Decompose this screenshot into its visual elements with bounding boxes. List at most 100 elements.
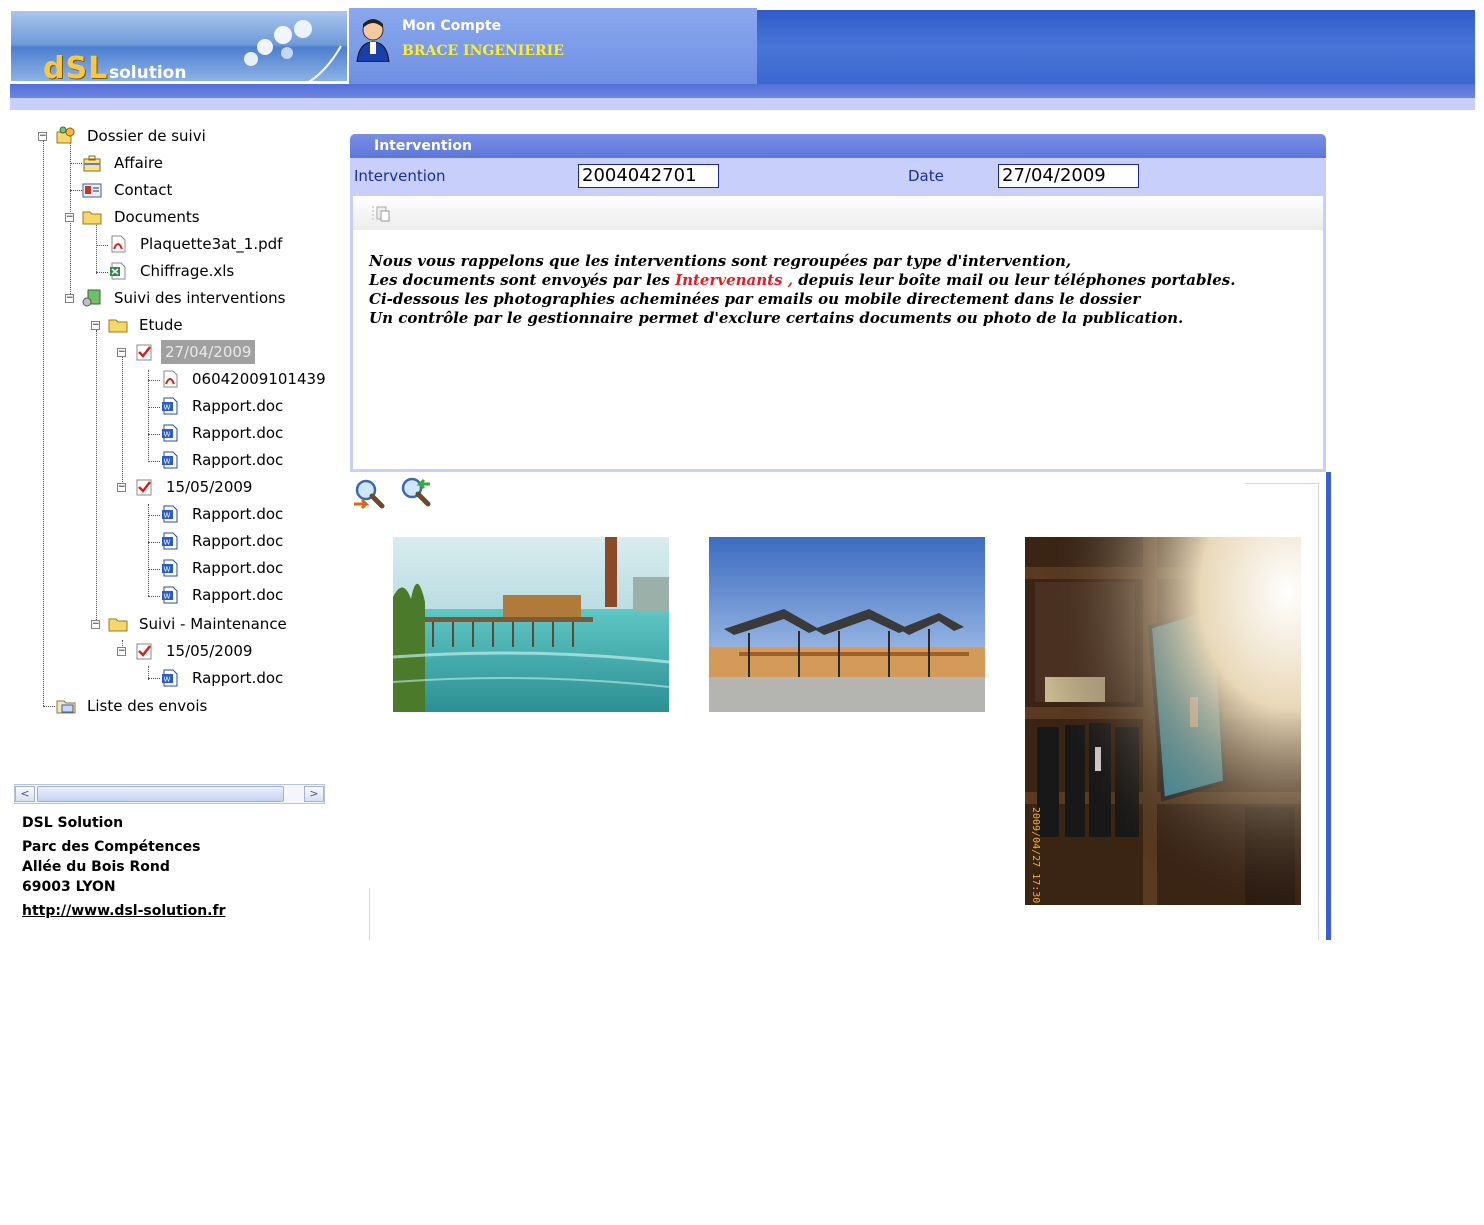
excel-file-icon (110, 262, 126, 280)
scroll-left-button[interactable]: < (15, 786, 35, 802)
word-file-icon: W (162, 397, 178, 415)
intervention-task-icon (136, 344, 152, 361)
tree-label: Rapport.doc (192, 532, 284, 550)
office-shelf-image: 2009/04/27 17:30 (1025, 537, 1301, 905)
tree-item-affaire[interactable]: Affaire (0, 151, 340, 175)
folder-icon (108, 319, 128, 333)
logo[interactable]: dSL solution (10, 10, 348, 82)
svg-text:W: W (164, 566, 171, 574)
tree-item-liste-envois[interactable]: Liste des envois (0, 694, 340, 718)
intervention-fields: Intervention 2004042701 Date 27/04/2009 (350, 158, 1326, 196)
message-line: Les documents sont envoyés par les Inter… (369, 271, 1235, 290)
collapse-toggle[interactable]: − (91, 321, 100, 330)
tree-label: Rapport.doc (192, 586, 284, 604)
intervention-field[interactable]: 2004042701 (578, 164, 719, 188)
tree-label: Etude (139, 316, 183, 334)
company-name: DSL Solution (22, 815, 124, 831)
zoom-in-icon[interactable] (398, 476, 432, 508)
paste-icon[interactable] (371, 204, 391, 222)
tree-item-etude[interactable]: − Etude (0, 313, 340, 337)
tree-item-rapport-doc[interactable]: W Rapport.doc (0, 556, 340, 580)
tree-label: Rapport.doc (192, 505, 284, 523)
collapse-toggle[interactable]: − (38, 132, 47, 141)
collapse-toggle[interactable]: − (65, 213, 74, 222)
scroll-thumb[interactable] (37, 786, 284, 802)
account-label[interactable]: Mon Compte (402, 18, 501, 34)
panel-title: Intervention (350, 134, 1326, 158)
collapse-toggle[interactable]: − (65, 294, 74, 303)
contact-card-icon (82, 183, 102, 198)
svg-text:W: W (164, 458, 171, 466)
tree-label: Rapport.doc (192, 397, 284, 415)
tree-item-rapport-doc[interactable]: W Rapport.doc (0, 394, 340, 418)
header-strip-light (10, 98, 1475, 110)
photo-thumbnail-shelf[interactable]: 2009/04/27 17:30 (1025, 537, 1301, 905)
tree-label: Rapport.doc (192, 559, 284, 577)
gallery-divider (1318, 484, 1319, 940)
tree-item-date-27-04-2009[interactable]: − 27/04/2009 (0, 340, 340, 364)
address-line: Parc des Compétences (22, 839, 201, 855)
tree-item-date-15-05-2009-maintenance[interactable]: − 15/05/2009 (0, 639, 340, 663)
collapse-toggle[interactable]: − (117, 348, 126, 357)
scroll-right-button[interactable]: > (304, 786, 324, 802)
collapse-toggle[interactable]: − (117, 483, 126, 492)
tree-item-contact[interactable]: Contact (0, 178, 340, 202)
photo-thumbnail-canopy[interactable] (709, 537, 985, 712)
tree-item-dossier-de-suivi[interactable]: − Dossier de suivi (0, 124, 340, 148)
tree-item-file-pdf[interactable]: 06042009101439 (0, 367, 340, 391)
tree-label: Documents (114, 208, 200, 226)
tree-label: Rapport.doc (192, 424, 284, 442)
tree-item-rapport-doc[interactable]: W Rapport.doc (0, 529, 340, 553)
header-band (757, 10, 1475, 84)
tree-label: Chiffrage.xls (140, 262, 235, 280)
account-panel[interactable]: Mon Compte BRACE INGENIERIE (349, 8, 757, 84)
tree-item-suivi-interventions[interactable]: − Suivi des interventions (0, 286, 340, 310)
tree-label: Rapport.doc (192, 451, 284, 469)
word-file-icon: W (162, 451, 178, 469)
tree-item-rapport-doc[interactable]: W Rapport.doc (0, 502, 340, 526)
zoom-out-icon[interactable] (352, 478, 386, 510)
logo-text: dSL (43, 51, 109, 82)
word-file-icon: W (162, 669, 178, 687)
gallery-border (1326, 472, 1331, 940)
collapse-toggle[interactable]: − (117, 647, 126, 656)
tree-item-chiffrage-xls[interactable]: Chiffrage.xls (0, 259, 340, 283)
mail-folder-icon (56, 700, 76, 714)
website-link[interactable]: http://www.dsl-solution.fr (22, 903, 226, 919)
address-line: Allée du Bois Rond (22, 859, 170, 875)
message-line: Ci-dessous les photographies acheminées … (369, 290, 1141, 308)
tree-item-rapport-doc[interactable]: W Rapport.doc (0, 583, 340, 607)
message-line: Un contrôle par le gestionnaire permet d… (369, 309, 1184, 327)
tree-label: 15/05/2009 (166, 642, 253, 660)
svg-text:W: W (164, 539, 171, 547)
intervention-task-icon (136, 643, 152, 660)
tree-item-plaquette-pdf[interactable]: Plaquette3at_1.pdf (0, 232, 340, 256)
tree-horizontal-scrollbar[interactable]: < > (14, 784, 325, 804)
photo-thumbnail-lake[interactable] (393, 537, 669, 712)
date-field[interactable]: 27/04/2009 (998, 164, 1139, 188)
tree-item-rapport-doc[interactable]: W Rapport.doc (0, 421, 340, 445)
tree-item-rapport-doc[interactable]: W Rapport.doc (0, 448, 340, 472)
tree-label: Affaire (114, 154, 164, 172)
gallery-divider (369, 888, 370, 940)
account-name: BRACE INGENIERIE (402, 43, 564, 59)
tree-item-suivi-maintenance[interactable]: − Suivi - Maintenance (0, 612, 340, 636)
tree-item-documents[interactable]: − Documents (0, 205, 340, 229)
folder-tree: − Dossier de suivi Affaire Contact − Doc… (0, 118, 340, 738)
word-file-icon: W (162, 424, 178, 442)
svg-text:W: W (164, 676, 171, 684)
canopy-building-image (709, 537, 985, 712)
gear-folder-icon (56, 126, 75, 144)
tree-label: Dossier de suivi (87, 127, 206, 145)
tree-item-rapport-doc[interactable]: W Rapport.doc (0, 666, 340, 690)
message-text: depuis leur boîte mail ou leur téléphone… (792, 271, 1236, 289)
pdf-file-icon (111, 235, 126, 253)
tree-item-date-15-05-2009[interactable]: − 15/05/2009 (0, 475, 340, 499)
collapse-toggle[interactable]: − (91, 620, 100, 629)
swoosh-icon (308, 45, 342, 81)
header-strip (10, 84, 1475, 98)
tree-label: Suivi des interventions (114, 289, 286, 307)
photo-timestamp: 2009/04/27 17:30 (1030, 807, 1041, 903)
svg-text:W: W (164, 512, 171, 520)
message-highlight: Intervenants , (675, 271, 793, 289)
